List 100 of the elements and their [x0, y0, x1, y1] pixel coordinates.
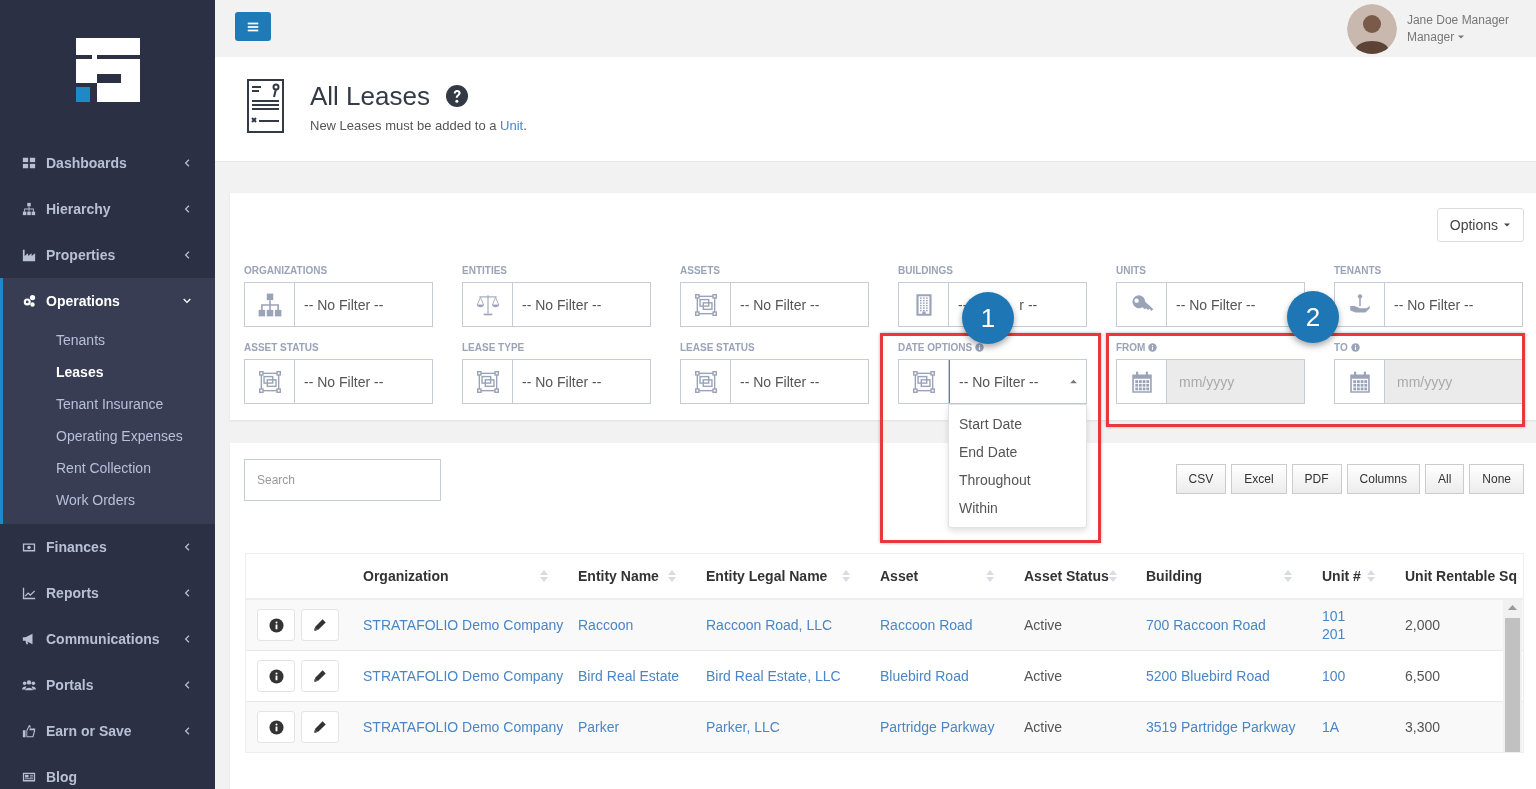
- user-role-menu[interactable]: Manager: [1406, 30, 1509, 44]
- info-icon: [268, 617, 284, 633]
- filter-label: ASSET STATUS: [244, 341, 320, 353]
- nav-item[interactable]: Blog: [0, 754, 215, 789]
- options-button[interactable]: Options: [1436, 208, 1524, 242]
- info-icon: [1350, 342, 1360, 352]
- edit-button[interactable]: [301, 660, 339, 692]
- caret-down-icon: [1457, 33, 1466, 41]
- table-link[interactable]: Bird Real Estate, LLC: [706, 667, 868, 685]
- table-link[interactable]: Raccoon Road, LLC: [706, 616, 868, 634]
- table-link[interactable]: 100: [1322, 667, 1393, 685]
- dropdown-option[interactable]: Within: [949, 494, 1086, 522]
- avatar[interactable]: [1346, 3, 1397, 54]
- filter-select[interactable]: -- No Filter --: [680, 282, 869, 327]
- edit-button[interactable]: [301, 609, 339, 641]
- export-button[interactable]: Columns: [1346, 464, 1420, 494]
- table-link[interactable]: Parker, LLC: [706, 718, 868, 736]
- nav-item[interactable]: Operations: [3, 278, 215, 324]
- table-link[interactable]: 3519 Partridge Parkway: [1146, 718, 1310, 736]
- caret-down-icon: [1503, 221, 1511, 229]
- table-link[interactable]: 5200 Bluebird Road: [1146, 667, 1310, 685]
- table-cell: Active: [1012, 599, 1134, 651]
- frame-icon: [474, 368, 501, 395]
- edit-button[interactable]: [301, 711, 339, 743]
- sort-icon: [986, 568, 994, 584]
- frame-icon: [692, 291, 719, 318]
- page-subtitle: New Leases must be added to a Unit.: [310, 118, 527, 133]
- grid-icon: [22, 156, 36, 170]
- nav-subitem[interactable]: Rent Collection: [3, 452, 215, 484]
- table-link[interactable]: STRATAFOLIO Demo Company: [363, 667, 566, 685]
- nav-item[interactable]: Portals: [0, 662, 215, 708]
- caret-up-icon: [1069, 377, 1078, 386]
- info-button[interactable]: [257, 609, 295, 641]
- export-button[interactable]: None: [1469, 464, 1524, 494]
- logo-icon: [75, 38, 140, 102]
- dropdown-option[interactable]: Start Date: [949, 410, 1086, 438]
- filter-select[interactable]: -- No Filter --: [462, 282, 651, 327]
- frame-icon: [910, 368, 937, 395]
- filter-select[interactable]: -- No Filter --: [1334, 282, 1523, 327]
- info-button[interactable]: [257, 660, 295, 692]
- nav-subitem[interactable]: Tenant Insurance: [3, 388, 215, 420]
- info-icon: [1148, 342, 1158, 352]
- dropdown-option[interactable]: Throughout: [949, 466, 1086, 494]
- filter-select[interactable]: -- No Filter --: [898, 359, 1087, 404]
- nav-subitem[interactable]: Tenants: [3, 324, 215, 356]
- table-link[interactable]: Bird Real Estate: [578, 667, 694, 685]
- table-link[interactable]: Partridge Parkway: [880, 718, 1012, 736]
- table-link[interactable]: Bluebird Road: [880, 667, 1012, 685]
- pencil-icon: [313, 618, 327, 632]
- hierarchy-icon: [22, 202, 36, 216]
- table-link[interactable]: 1A: [1322, 718, 1393, 736]
- filter-select[interactable]: -- No Filter --: [1116, 282, 1305, 327]
- nav-item[interactable]: Earn or Save: [0, 708, 215, 754]
- table-link[interactable]: Parker: [578, 718, 694, 736]
- nav-subitem[interactable]: Operating Expenses: [3, 420, 215, 452]
- export-button[interactable]: All: [1424, 464, 1465, 494]
- sort-icon: [842, 568, 850, 584]
- pencil-icon: [313, 669, 327, 683]
- pencil-icon: [313, 720, 327, 734]
- menu-button[interactable]: [235, 12, 271, 41]
- nav-item[interactable]: Properties: [0, 232, 215, 278]
- nav-item[interactable]: Dashboards: [0, 140, 215, 186]
- table-link[interactable]: Raccoon: [578, 616, 694, 634]
- people-icon: [22, 678, 36, 692]
- frame-icon: [692, 368, 719, 395]
- filter-label: ASSETS: [680, 264, 721, 276]
- table-link[interactable]: Raccoon Road: [880, 616, 1012, 634]
- export-button[interactable]: PDF: [1291, 464, 1342, 494]
- page-title: All Leases: [310, 81, 430, 112]
- filter-label: ENTITIES: [462, 264, 508, 276]
- filter-select[interactable]: -- No Filter --: [244, 282, 433, 327]
- table-link[interactable]: 700 Raccoon Road: [1146, 616, 1310, 634]
- factory-icon: [22, 248, 36, 262]
- nav-item[interactable]: Reports: [0, 570, 215, 616]
- filter-label: BUILDINGS: [898, 264, 954, 276]
- info-button[interactable]: [257, 711, 295, 743]
- filter-select[interactable]: -- No Filter --: [244, 359, 433, 404]
- newspaper-icon: [22, 770, 36, 784]
- line-chart-icon: [22, 586, 36, 600]
- sort-icon: [540, 568, 548, 584]
- filter-select[interactable]: -- No Filter --: [680, 359, 869, 404]
- gears-icon: [22, 294, 36, 308]
- table-link[interactable]: STRATAFOLIO Demo Company: [363, 718, 566, 736]
- filter-label: TENANTS: [1334, 264, 1383, 276]
- nav-subitem[interactable]: Leases: [3, 356, 215, 388]
- nav-item[interactable]: Communications: [0, 616, 215, 662]
- nav-item[interactable]: Hierarchy: [0, 186, 215, 232]
- dropdown-option[interactable]: End Date: [949, 438, 1086, 466]
- nav-item[interactable]: Finances: [0, 524, 215, 570]
- search-field[interactable]: Search: [244, 459, 441, 501]
- scrollbar[interactable]: [1503, 600, 1522, 752]
- export-button[interactable]: Excel: [1231, 464, 1287, 494]
- nav-subitem[interactable]: Work Orders: [3, 484, 215, 516]
- filter-label: LEASE STATUS: [680, 341, 756, 353]
- export-button[interactable]: CSV: [1175, 464, 1227, 494]
- megaphone-icon: [22, 632, 36, 646]
- info-icon: [975, 342, 985, 352]
- table-link[interactable]: STRATAFOLIO Demo Company: [363, 616, 566, 634]
- filter-select[interactable]: -- No Filter --: [462, 359, 651, 404]
- table-link[interactable]: 101 201: [1322, 607, 1393, 643]
